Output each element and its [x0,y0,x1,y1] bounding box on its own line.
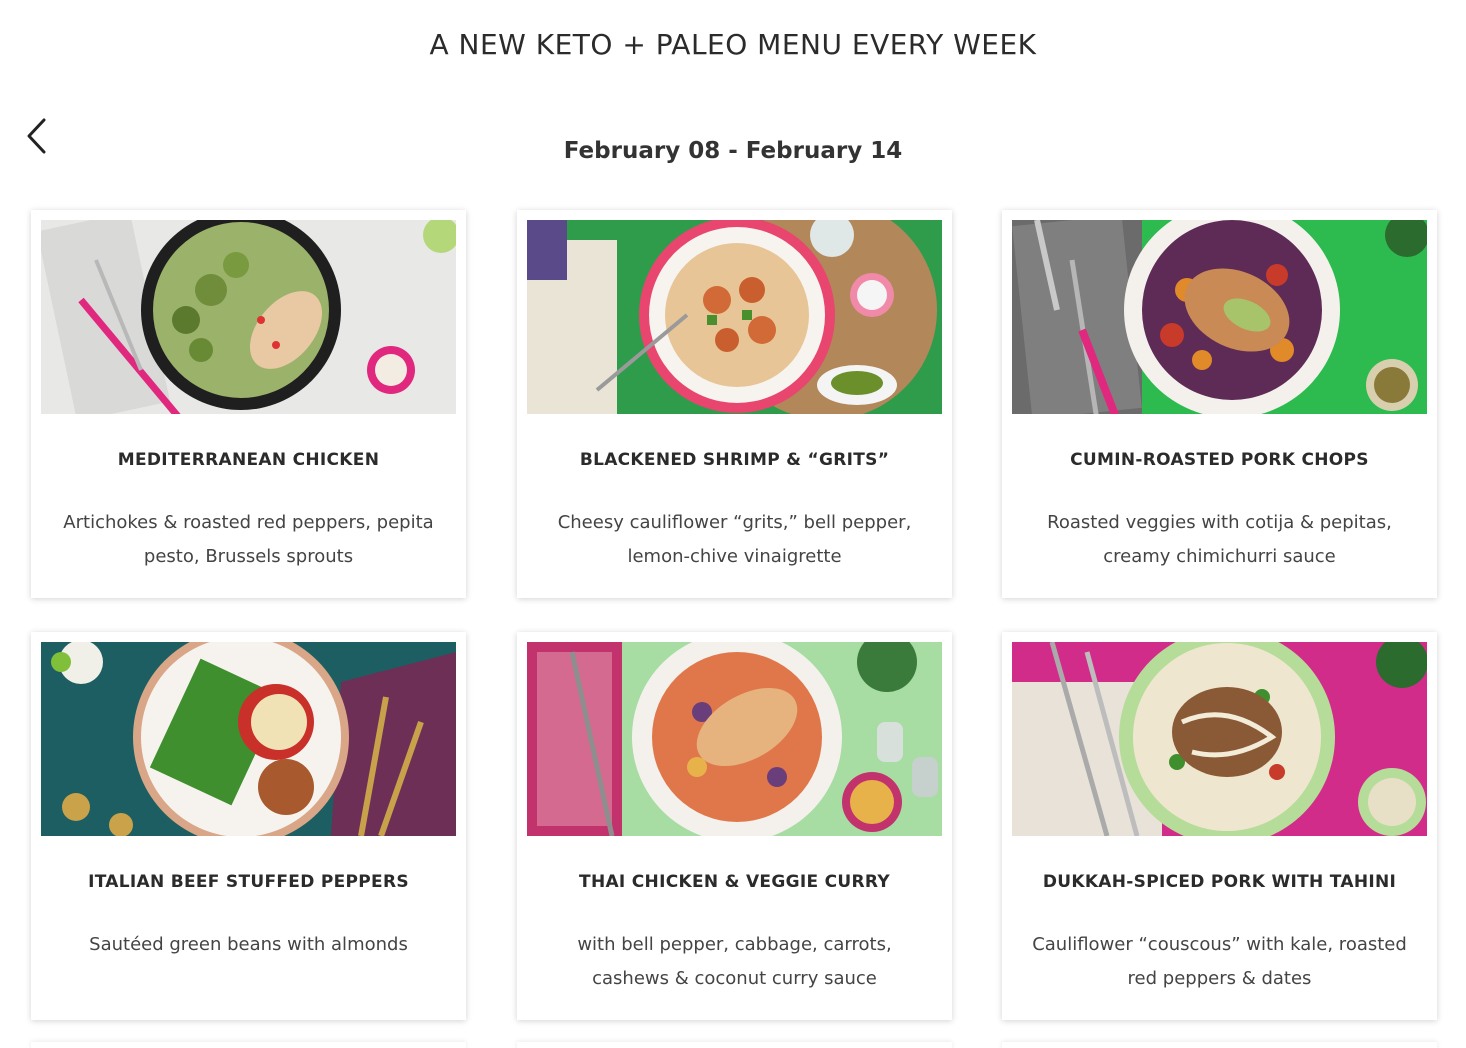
meal-photo [527,642,942,836]
meal-photo [41,220,456,414]
meal-title: ITALIAN BEEF STUFFED PEPPERS [88,872,409,892]
meal-photo [1012,220,1427,414]
meal-card-dukkah-spiced-pork-tahini[interactable]: DUKKAH-SPICED PORK WITH TAHINI Cauliflow… [1002,632,1437,1020]
meal-card-blackened-shrimp-grits[interactable]: BLACKENED SHRIMP & “GRITS” Cheesy caulif… [517,210,952,598]
next-row-card-edge [517,1042,952,1048]
meal-title: BLACKENED SHRIMP & “GRITS” [579,450,890,470]
page-title: A NEW KETO + PALEO MENU EVERY WEEK [429,28,1037,61]
meal-description: Cheesy cauliflower “grits,” bell pepper,… [557,512,912,567]
meal-description: Artichokes & roasted red peppers, pepita… [63,512,434,567]
meal-title: MEDITERRANEAN CHICKEN [117,450,380,470]
week-range: February 08 - February 14 [563,138,903,164]
meal-title: DUKKAH-SPICED PORK WITH TAHINI [1042,872,1397,892]
meal-photo [527,220,942,414]
meal-description: Sautéed green beans with almonds [89,934,408,955]
meal-description: Roasted veggies with cotija & pepitas, c… [1047,512,1392,567]
meal-card-mediterranean-chicken[interactable]: MEDITERRANEAN CHICKEN Artichokes & roast… [31,210,466,598]
next-row-card-edge [1002,1042,1437,1048]
meal-description: with bell pepper, cabbage, carrots, cash… [577,934,892,989]
meal-photo [41,642,456,836]
meal-photo [1012,642,1427,836]
meal-card-cumin-roasted-pork-chops[interactable]: CUMIN-ROASTED PORK CHOPS Roasted veggies… [1002,210,1437,598]
meal-card-thai-chicken-veggie-curry[interactable]: THAI CHICKEN & VEGGIE CURRY with bell pe… [517,632,952,1020]
meal-description: Cauliflower “couscous” with kale, roaste… [1032,934,1407,989]
meal-title: CUMIN-ROASTED PORK CHOPS [1070,450,1369,470]
meal-title: THAI CHICKEN & VEGGIE CURRY [579,872,890,892]
next-row-card-edge [31,1042,466,1048]
meal-card-italian-beef-stuffed-peppers[interactable]: ITALIAN BEEF STUFFED PEPPERS Sautéed gre… [31,632,466,1020]
